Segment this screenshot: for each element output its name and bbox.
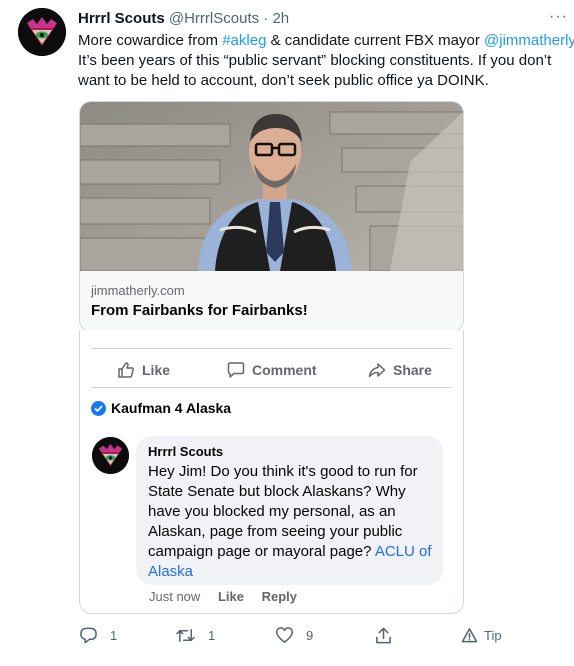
hashtag-link[interactable]: #akleg [222,32,266,49]
comment-like: Like [217,589,244,604]
tip-icon [461,627,478,642]
fb-share-action: Share [368,360,432,380]
tweet-line-1: More cowardice from #akleg & candidate c… [78,32,574,49]
comment-time: Just now [149,589,201,604]
tweet-line-2: It’s been years of this “public servant”… [78,52,552,69]
author-avatar[interactable] [18,8,66,56]
tip-button[interactable]: Tip [461,624,502,646]
author-handle[interactable]: @HrrrlScouts [169,10,259,27]
fb-comment-action: Comment [227,360,317,380]
comment-text: Hey Jim! Do you think it's good to run f… [148,463,432,580]
divider [91,387,451,388]
comment-author: Hrrrl Scouts [148,444,224,459]
mention-link[interactable]: @jimmatherly [484,32,574,49]
card-domain: jimmatherly.com [91,283,185,298]
comment-reply: Reply [261,589,297,604]
retweet-icon [176,628,195,642]
card-title: From Fairbanks for Fairbanks! [91,302,308,319]
page-name: Kaufman 4 Alaska [111,400,232,416]
comment-icon [227,362,245,378]
more-options-icon[interactable]: ··· [549,8,568,26]
facebook-screenshot: Like Comment Share Kaufman 4 Alaska Hrrr… [79,330,464,614]
share-icon [376,627,391,643]
reply-icon [80,627,97,643]
author-name[interactable]: Hrrrl Scouts [78,10,165,27]
comment-meta: Just now Like Reply [149,589,311,604]
aclu-link: ACLU of [374,543,432,560]
share-button[interactable] [374,624,405,646]
link-preview-card[interactable]: jimmatherly.com From Fairbanks for Fairb… [79,101,464,332]
tweet-header: Hrrrl Scouts @HrrrlScouts · 2h [78,9,289,29]
verified-badge-icon [91,401,106,416]
retweet-button[interactable]: 1 [175,624,215,646]
heart-icon [275,626,294,643]
tweet-time[interactable]: 2h [272,10,289,27]
header-separator: · [263,10,269,27]
aclu-link-cont: Alaska [148,563,194,580]
commenter-avatar [92,437,129,474]
comment-bubble: Hrrrl Scouts Hey Jim! Do you think it's … [136,436,443,585]
like-button[interactable]: 9 [275,624,313,646]
fb-like-action: Like [117,360,170,380]
card-photo [80,102,463,271]
divider [91,348,451,349]
thumbs-up-icon [118,362,134,378]
tweet-text: More cowardice from #akleg & candidate c… [78,31,574,91]
tweet-line-3: want to be held to account, don’t seek p… [78,72,489,89]
share-arrow-icon [368,363,386,378]
reply-button[interactable]: 1 [79,624,117,646]
